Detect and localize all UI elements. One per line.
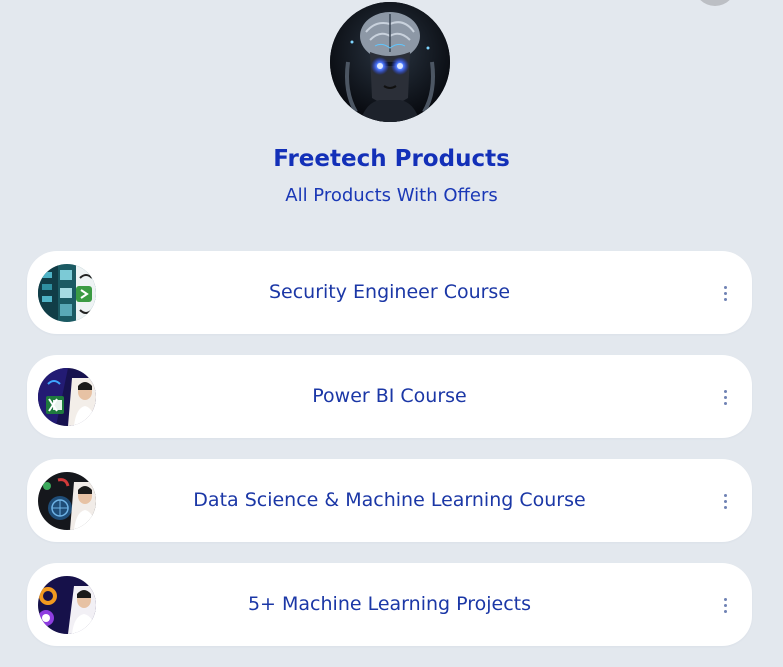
link-card-data-science-machine-learning-course[interactable]: Data Science & Machine Learning Course xyxy=(27,459,752,542)
data-science-course-thumbnail-icon xyxy=(38,472,96,530)
vertical-dots-icon[interactable] xyxy=(712,272,738,314)
power-bi-course-thumbnail-icon xyxy=(38,368,96,426)
link-card-machine-learning-projects[interactable]: 5+ Machine Learning Projects xyxy=(27,563,752,646)
link-card-power-bi-course[interactable]: Power BI Course xyxy=(27,355,752,438)
link-label: 5+ Machine Learning Projects xyxy=(247,593,532,615)
vertical-dots-icon[interactable] xyxy=(712,376,738,418)
security-course-thumbnail-icon xyxy=(38,264,96,322)
corner-action-button[interactable] xyxy=(694,0,736,6)
profile-tagline: All Products With Offers xyxy=(285,185,498,206)
link-label: Security Engineer Course xyxy=(268,281,511,303)
ml-projects-thumbnail-icon xyxy=(38,576,96,634)
link-card-security-engineer-course[interactable]: Security Engineer Course xyxy=(27,251,752,334)
vertical-dots-icon[interactable] xyxy=(712,480,738,522)
profile-avatar xyxy=(330,2,450,122)
vertical-dots-icon[interactable] xyxy=(712,584,738,626)
product-link-list: Security Engineer Course Power BI Course xyxy=(27,251,752,667)
profile-title: Freetech Products xyxy=(273,146,510,172)
link-label: Power BI Course xyxy=(312,385,467,407)
cyber-brain-avatar-icon xyxy=(330,2,450,122)
link-label: Data Science & Machine Learning Course xyxy=(193,489,586,511)
